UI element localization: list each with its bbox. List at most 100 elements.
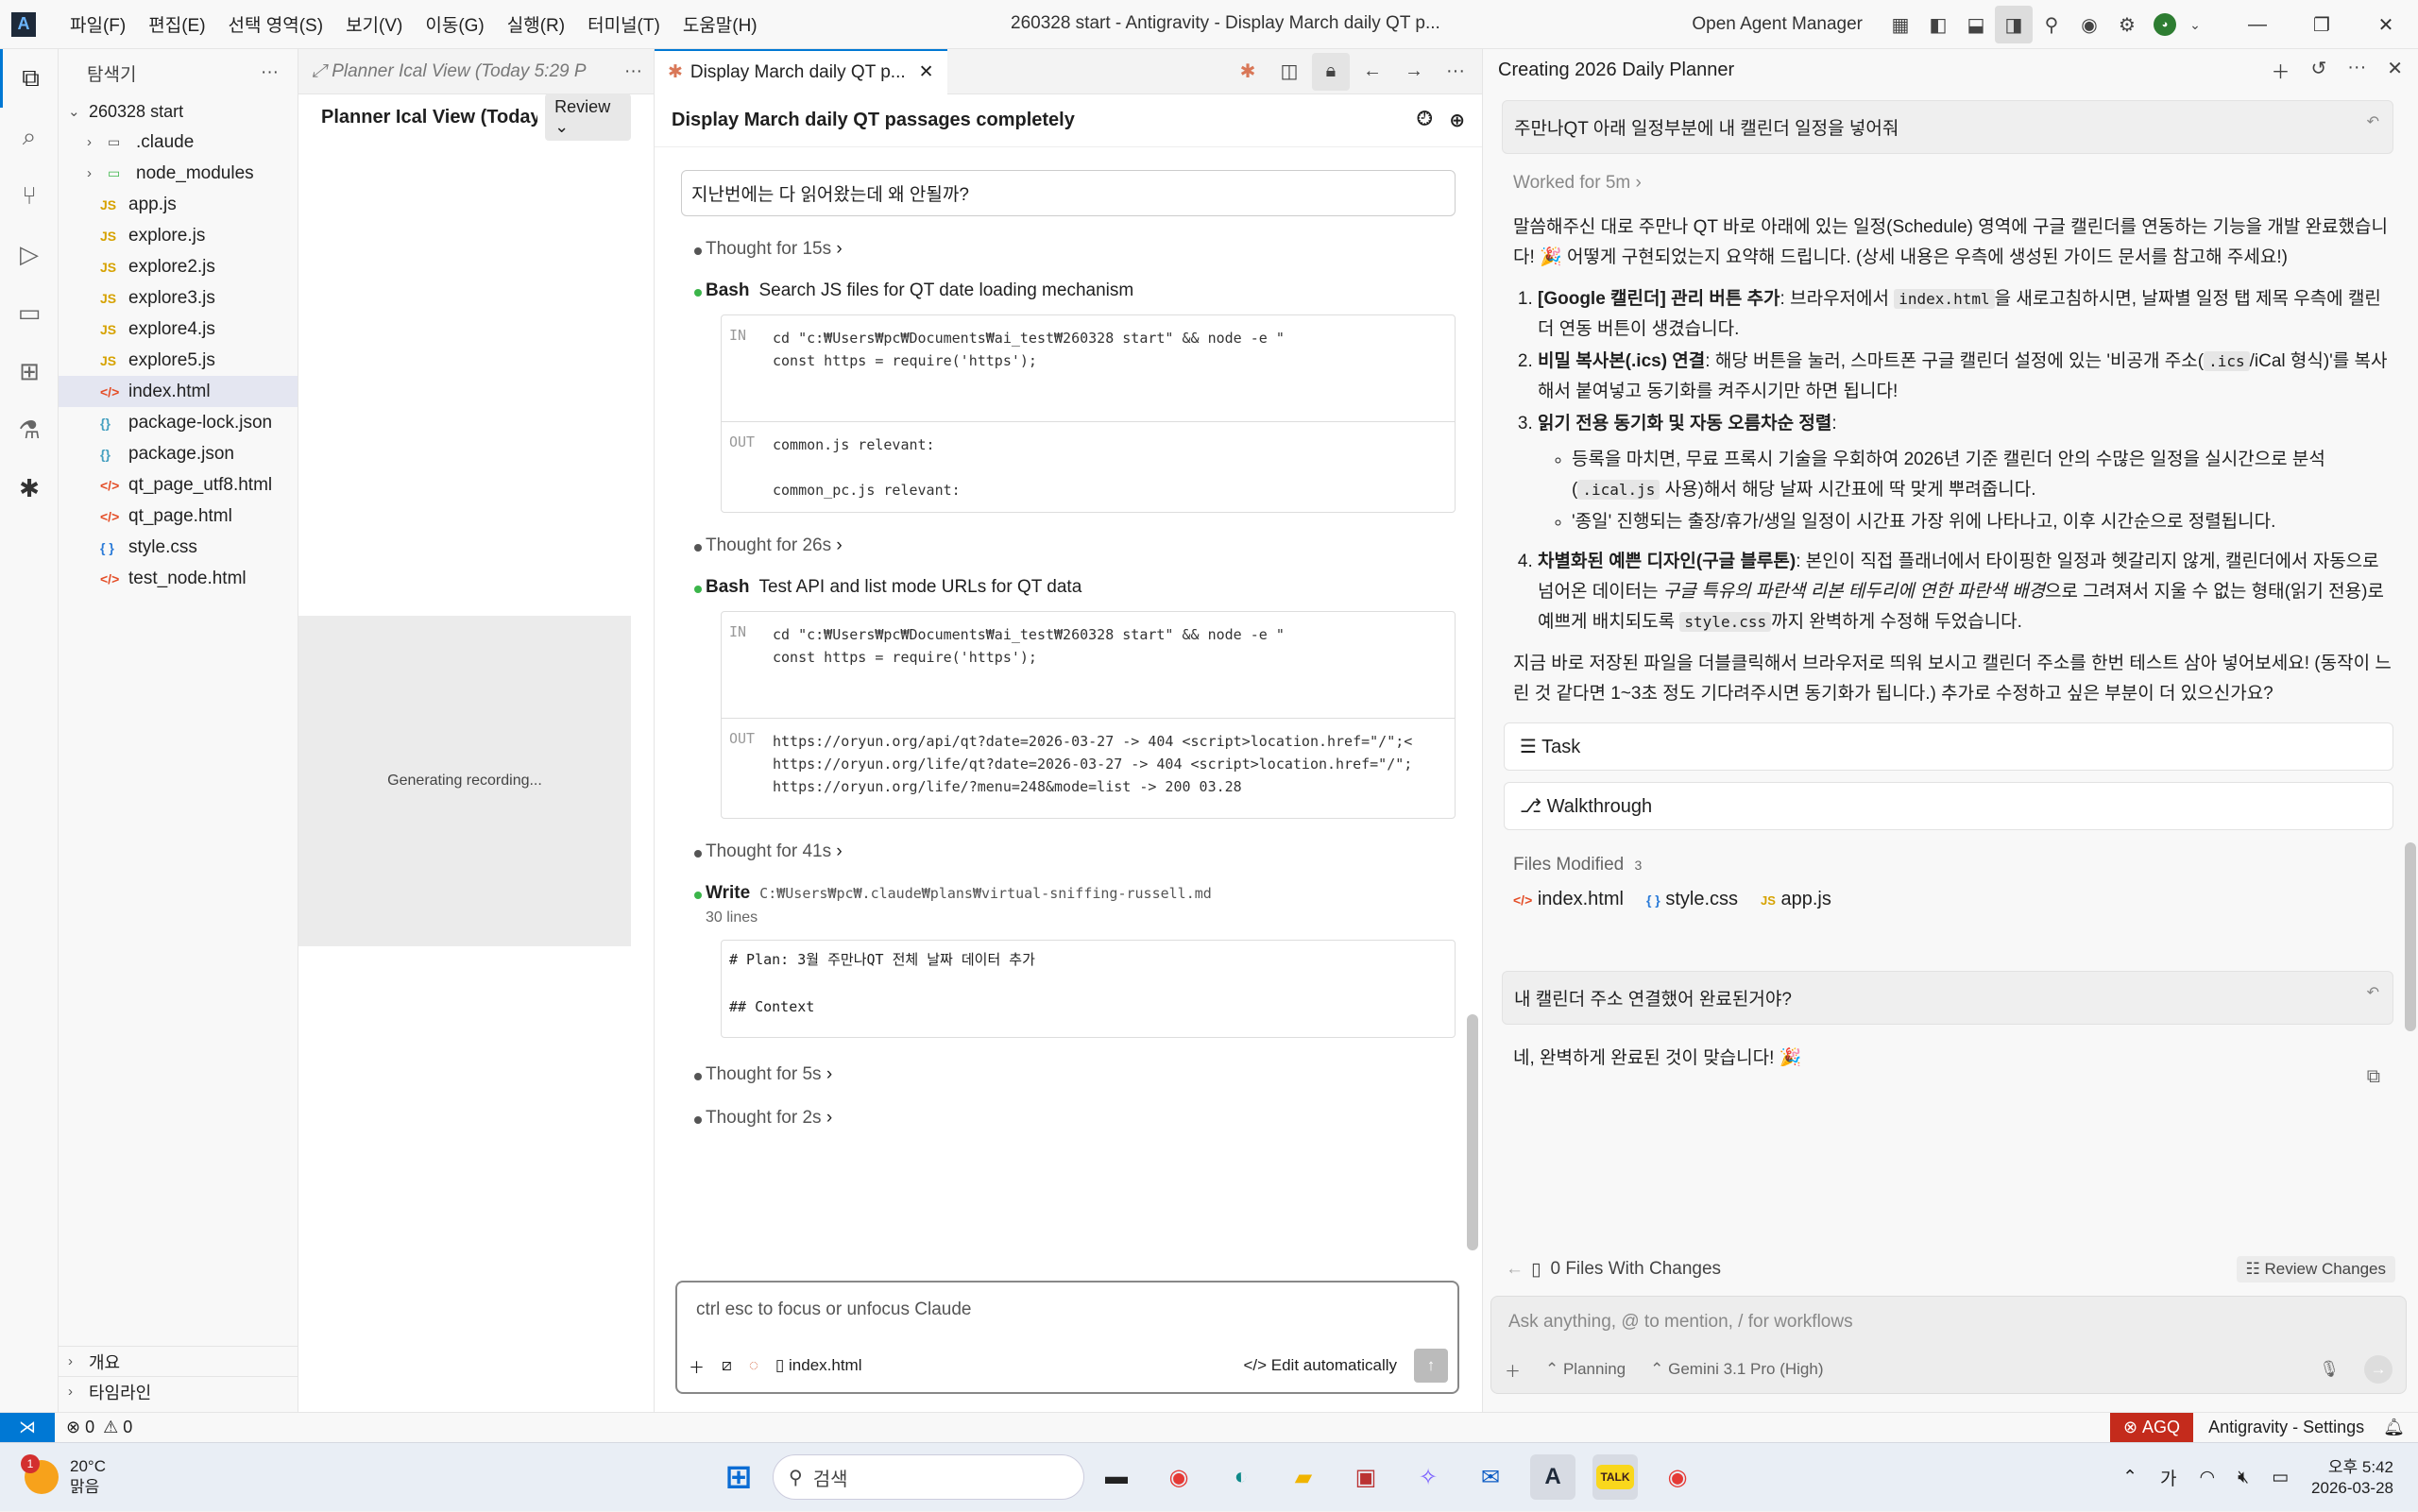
extensions-icon[interactable]: ◉ bbox=[2070, 6, 2108, 43]
tree-file[interactable]: </> index.html bbox=[59, 376, 298, 407]
tree-file[interactable]: </> qt_page.html bbox=[59, 501, 298, 532]
bell-icon[interactable]: 🔔︎ bbox=[2383, 1418, 2405, 1437]
wifi-icon[interactable]: ◠ bbox=[2200, 1467, 2216, 1488]
more-actions-icon[interactable]: ··· bbox=[261, 62, 279, 83]
claude-sparkle-icon[interactable]: ✱ bbox=[0, 459, 59, 518]
history-icon[interactable]: 🕘︎ bbox=[1417, 109, 1432, 132]
attached-file-chip[interactable]: ▯ index.html bbox=[775, 1356, 862, 1375]
worked-for-toggle[interactable]: Worked for 5m › bbox=[1513, 173, 2418, 194]
toggle-sidebar-icon[interactable]: ◧ bbox=[1919, 6, 1957, 43]
scrollbar[interactable] bbox=[1467, 1014, 1478, 1250]
add-icon[interactable]: ＋ bbox=[2271, 57, 2290, 84]
kakaotalk-icon[interactable]: TALK bbox=[1592, 1454, 1638, 1500]
agq-status-badge[interactable]: ⊗ AGQ bbox=[2109, 1412, 2194, 1443]
problems-indicator[interactable]: ⊗ 0 ⚠ 0 bbox=[66, 1418, 132, 1437]
menu-go[interactable]: 이동(G) bbox=[414, 11, 495, 37]
tree-file[interactable]: JS explore.js bbox=[59, 220, 298, 251]
workspace-root[interactable]: ⌄ 260328 start bbox=[59, 96, 298, 127]
tree-file[interactable]: JS explore4.js bbox=[59, 314, 298, 345]
more-actions-icon[interactable]: ··· bbox=[1437, 53, 1474, 91]
chevron-up-icon[interactable]: ⌃ bbox=[2122, 1467, 2137, 1488]
menu-edit[interactable]: 편집(E) bbox=[137, 11, 216, 37]
thought-step[interactable]: Thought for 5s › bbox=[655, 1064, 1482, 1085]
clock[interactable]: 오후 5:42 2026-03-28 bbox=[2311, 1457, 2393, 1499]
more-actions-icon[interactable]: ··· bbox=[2347, 57, 2366, 84]
task-view-icon[interactable]: ▬ bbox=[1094, 1454, 1139, 1500]
tab-display-march-qt[interactable]: ✱ Display March daily QT p... ✕ bbox=[655, 48, 947, 94]
send-button[interactable]: ↑ bbox=[1414, 1349, 1448, 1383]
run-debug-icon[interactable]: ▷ bbox=[0, 225, 59, 283]
explorer-icon[interactable]: ⧉ bbox=[0, 49, 59, 108]
undo-icon[interactable]: ↶ bbox=[2367, 983, 2379, 1002]
close-window-button[interactable]: ✕ bbox=[2354, 0, 2418, 49]
search-activity-icon[interactable]: ⌕ bbox=[0, 108, 59, 166]
maximize-button[interactable]: ❐ bbox=[2290, 0, 2354, 49]
agent-chat-input[interactable]: Ask anything, @ to mention, / for workfl… bbox=[1490, 1296, 2407, 1394]
menu-run[interactable]: 실행(R) bbox=[496, 11, 576, 37]
menu-file[interactable]: 파일(F) bbox=[59, 11, 137, 37]
source-control-icon[interactable]: ⑂ bbox=[0, 166, 59, 225]
store-app-icon[interactable]: ▣ bbox=[1343, 1454, 1388, 1500]
add-icon[interactable]: ＋ bbox=[1505, 1358, 1521, 1382]
arrow-left-icon[interactable]: ← bbox=[1506, 1259, 1524, 1280]
menu-selection[interactable]: 선택 영역(S) bbox=[217, 11, 335, 37]
history-icon[interactable]: ↺ bbox=[2310, 57, 2326, 84]
more-actions-icon[interactable]: ··· bbox=[624, 61, 654, 82]
copilot-icon[interactable]: ✧ bbox=[1405, 1454, 1451, 1500]
modified-file-chip[interactable]: JS app.js bbox=[1761, 889, 1831, 910]
testing-flask-icon[interactable]: ⚗ bbox=[0, 400, 59, 459]
menu-help[interactable]: 도움말(H) bbox=[672, 11, 769, 37]
tree-file[interactable]: {} package-lock.json bbox=[59, 407, 298, 438]
antigravity-app-icon[interactable]: A bbox=[1530, 1454, 1575, 1500]
chrome-icon[interactable]: ◉ bbox=[1156, 1454, 1201, 1500]
modified-file-chip[interactable]: </> index.html bbox=[1513, 889, 1624, 910]
outlook-icon[interactable]: ✉ bbox=[1468, 1454, 1513, 1500]
battery-icon[interactable]: ▭ bbox=[2272, 1467, 2289, 1488]
microphone-icon[interactable]: 🎙︎ bbox=[2319, 1360, 2340, 1379]
thought-step[interactable]: Thought for 2s › bbox=[655, 1108, 1482, 1129]
weather-widget[interactable]: 1 20°C 맑음 bbox=[21, 1454, 106, 1498]
tree-folder[interactable]: › ▭ .claude bbox=[59, 127, 298, 158]
toggle-secondary-sidebar-icon[interactable]: ◨ bbox=[1995, 6, 2033, 43]
windows-start-icon[interactable]: ⊞ bbox=[716, 1454, 761, 1500]
composer-input[interactable]: ctrl esc to focus or unfocus Claude bbox=[677, 1283, 1457, 1337]
tree-file[interactable]: </> test_node.html bbox=[59, 563, 298, 594]
scrollbar[interactable] bbox=[2405, 842, 2416, 1031]
remote-indicator-icon[interactable]: ⋊ bbox=[0, 1412, 55, 1443]
open-agent-manager-button[interactable]: Open Agent Manager bbox=[1692, 14, 1863, 35]
remote-explorer-icon[interactable]: ▭ bbox=[0, 283, 59, 342]
menu-view[interactable]: 보기(V) bbox=[334, 11, 414, 37]
thought-step[interactable]: Thought for 15s › bbox=[655, 239, 1482, 260]
file-explorer-icon[interactable]: ▰ bbox=[1281, 1454, 1326, 1500]
claude-sparkle-icon[interactable]: ✱ bbox=[1229, 53, 1267, 91]
planning-mode-dropdown[interactable]: ⌃ Planning bbox=[1545, 1360, 1626, 1379]
arrow-left-icon[interactable]: ← bbox=[1354, 53, 1391, 91]
search-icon[interactable]: ⚲ bbox=[2033, 6, 2070, 43]
gear-icon[interactable]: ⚙ bbox=[2108, 6, 2146, 43]
edge-icon[interactable]: ◐ bbox=[1218, 1454, 1264, 1500]
split-editor-icon[interactable]: ◫ bbox=[1270, 53, 1308, 91]
slash-command-icon[interactable]: ⧄ bbox=[722, 1356, 732, 1375]
review-changes-button[interactable]: ☷ Review Changes bbox=[2236, 1256, 2395, 1283]
timeline-section[interactable]: › 타임라인 bbox=[59, 1376, 298, 1406]
close-icon[interactable]: ✕ bbox=[2387, 57, 2403, 84]
modified-file-chip[interactable]: { } style.css bbox=[1646, 889, 1738, 910]
send-button[interactable]: → bbox=[2364, 1355, 2392, 1384]
thought-step[interactable]: Thought for 41s › bbox=[655, 841, 1482, 862]
tree-file[interactable]: JS explore5.js bbox=[59, 345, 298, 376]
ime-indicator[interactable]: 가 bbox=[2160, 1465, 2176, 1490]
claude-composer[interactable]: ctrl esc to focus or unfocus Claude ＋ ⧄ … bbox=[675, 1281, 1459, 1394]
thought-step[interactable]: Thought for 26s › bbox=[655, 535, 1482, 556]
agent-input-field[interactable]: Ask anything, @ to mention, / for workfl… bbox=[1491, 1297, 2406, 1348]
tree-file[interactable]: {} package.json bbox=[59, 438, 298, 469]
lock-icon[interactable]: 🔒︎ bbox=[1312, 52, 1350, 91]
layout-grid-icon[interactable]: ▦ bbox=[1882, 6, 1919, 43]
new-chat-icon[interactable]: ⊕ bbox=[1449, 109, 1465, 132]
tree-file[interactable]: </> qt_page_utf8.html bbox=[59, 469, 298, 501]
tree-file[interactable]: { } style.css bbox=[59, 532, 298, 563]
outline-section[interactable]: › 개요 bbox=[59, 1346, 298, 1376]
tree-folder[interactable]: › ▭ node_modules bbox=[59, 158, 298, 189]
task-card[interactable]: ☰ Task bbox=[1504, 722, 2393, 771]
chevron-down-icon[interactable]: ⌄ bbox=[2184, 6, 2206, 43]
extensions-activity-icon[interactable]: ⊞ bbox=[0, 342, 59, 400]
